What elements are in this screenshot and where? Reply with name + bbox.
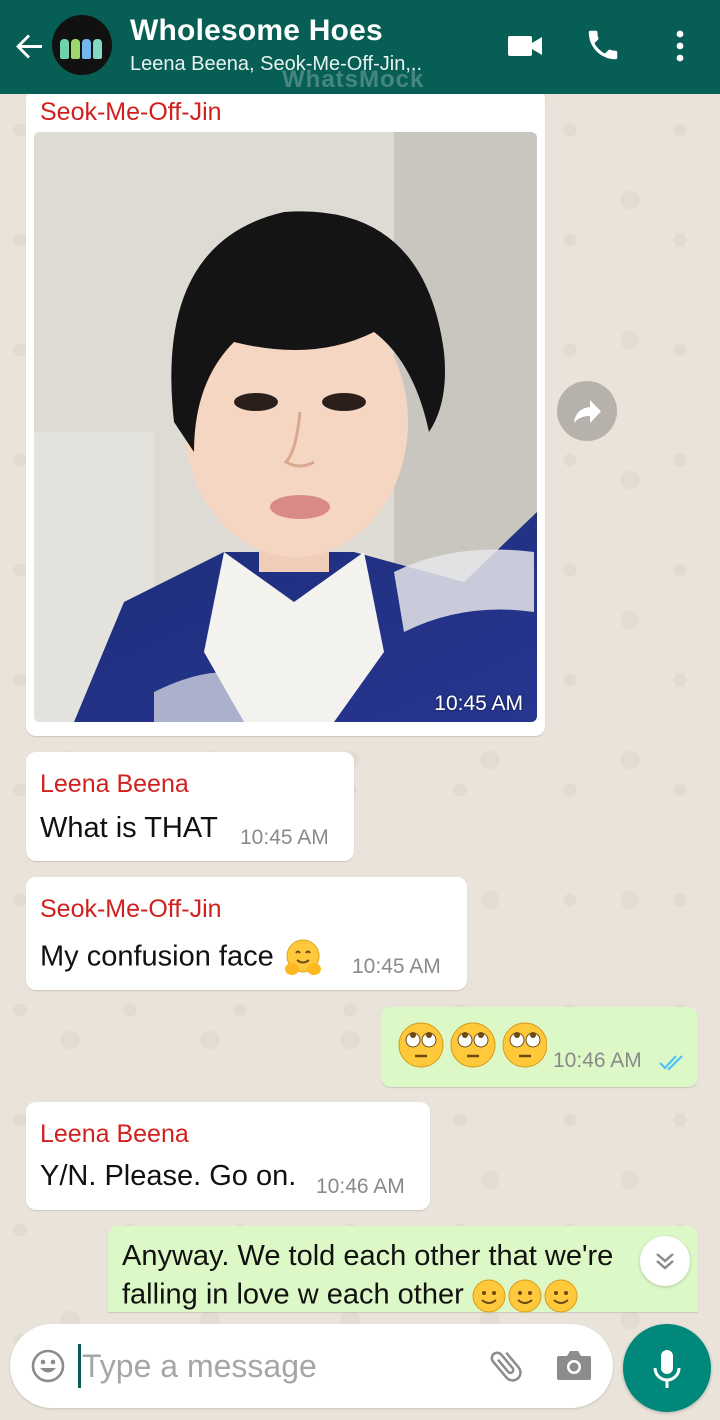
outgoing-message-bubble[interactable]: 10:46 AM (381, 1007, 698, 1087)
shared-photo[interactable]: 10:45 AM (34, 132, 537, 722)
camera-icon[interactable] (554, 1348, 594, 1384)
forward-arrow-icon (574, 400, 601, 423)
forward-button[interactable] (557, 381, 617, 441)
watermark: WhatsMock (282, 66, 425, 93)
microphone-icon (653, 1350, 681, 1388)
message-text: Anyway. We told each other that we're (122, 1240, 614, 1272)
emoji-picker-icon[interactable] (30, 1348, 66, 1384)
sender-name: Leena Beena (40, 770, 189, 798)
message-time: 10:45 AM (434, 692, 523, 715)
more-options-icon[interactable] (670, 28, 690, 64)
message-time: 10:45 AM (240, 826, 329, 849)
text-cursor (78, 1344, 81, 1388)
message-time: 10:46 AM (553, 1049, 642, 1072)
chat-header: Wholesome Hoes Leena Beena, Seok-Me-Off-… (0, 0, 720, 94)
attachment-icon[interactable] (486, 1346, 526, 1386)
sender-name: Seok-Me-Off-Jin (40, 895, 222, 923)
smile-emoji-icon (472, 1279, 578, 1313)
portrait-illustration (34, 132, 537, 722)
hugging-face-emoji-icon (284, 939, 321, 975)
message-line: My confusion face (40, 937, 324, 979)
message-text: falling in love w each other (122, 1278, 464, 1311)
message-text: My confusion face (40, 940, 274, 973)
message-composer (10, 1324, 613, 1408)
sender-name: Seok-Me-Off-Jin (40, 98, 222, 126)
image-message[interactable]: Seok-Me-Off-Jin 10:45 AM (26, 90, 545, 736)
back-arrow-icon[interactable] (12, 28, 48, 64)
scroll-to-bottom-button[interactable] (640, 1236, 690, 1286)
message-line: falling in love w each other (122, 1278, 580, 1314)
message-bubble[interactable]: Leena Beena What is THAT 10:45 AM (26, 752, 354, 861)
message-input[interactable] (82, 1342, 472, 1390)
eye-roll-emoji-icon (398, 1022, 547, 1068)
message-bubble[interactable]: Leena Beena Y/N. Please. Go on. 10:46 AM (26, 1102, 430, 1210)
video-call-icon[interactable] (506, 28, 544, 64)
chevron-double-down-icon (656, 1253, 674, 1270)
group-avatar[interactable] (52, 15, 112, 75)
phone-call-icon[interactable] (584, 26, 622, 64)
read-receipt-icon (659, 1055, 683, 1071)
message-time: 10:45 AM (352, 955, 441, 978)
sender-name: Leena Beena (40, 1120, 189, 1148)
outgoing-message-bubble[interactable]: Anyway. We told each other that we're fa… (108, 1226, 698, 1314)
chat-title[interactable]: Wholesome Hoes (130, 14, 383, 48)
message-text: Y/N. Please. Go on. (40, 1160, 297, 1192)
voice-message-button[interactable] (623, 1324, 711, 1412)
message-bubble[interactable]: Seok-Me-Off-Jin My confusion face 10:45 … (26, 877, 467, 990)
message-text: What is THAT (40, 812, 218, 844)
message-time: 10:46 AM (316, 1175, 405, 1198)
